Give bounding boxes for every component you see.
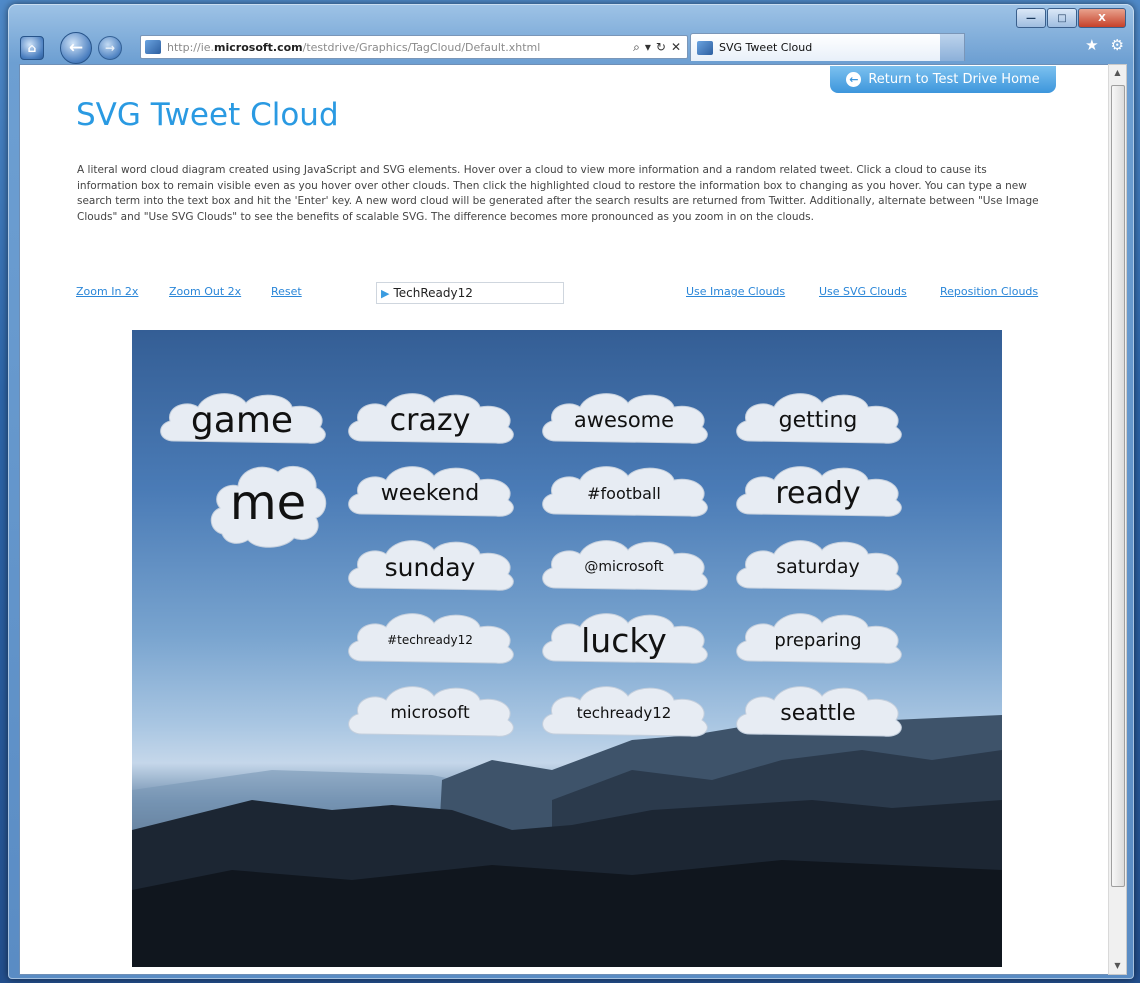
scroll-down-icon[interactable]: ▼ bbox=[1109, 958, 1126, 974]
chevron-down-icon[interactable]: ▾ bbox=[645, 40, 651, 55]
maximize-button[interactable]: □ bbox=[1047, 8, 1077, 28]
cloud-item[interactable]: preparing bbox=[728, 605, 908, 675]
browser-tab[interactable]: SVG Tweet Cloud bbox=[690, 33, 942, 61]
cloud-item[interactable]: awesome bbox=[534, 385, 714, 455]
cloud-controls: Zoom In 2x Zoom Out 2x Reset ▶ Use Image… bbox=[20, 282, 1109, 307]
refresh-icon[interactable]: ↻ bbox=[656, 40, 666, 55]
page-description: A literal word cloud diagram created usi… bbox=[77, 164, 1039, 224]
cloud-item[interactable]: getting bbox=[728, 385, 908, 455]
back-button[interactable]: ← bbox=[60, 32, 92, 64]
search-icon[interactable]: ⌕ bbox=[633, 40, 640, 55]
cloud-item[interactable]: lucky bbox=[534, 605, 714, 675]
cloud-item[interactable]: game bbox=[152, 385, 332, 455]
minimize-button[interactable]: — bbox=[1016, 8, 1046, 28]
address-bar[interactable]: http://ie.microsoft.com/testdrive/Graphi… bbox=[140, 35, 688, 59]
site-favicon-icon bbox=[145, 40, 161, 54]
scrollbar-thumb[interactable] bbox=[1111, 85, 1125, 887]
twitter-bird-icon: ▶ bbox=[381, 286, 390, 300]
cloud-item[interactable]: microsoft bbox=[340, 678, 520, 748]
close-button[interactable]: X bbox=[1078, 8, 1126, 28]
cloud-item[interactable]: seattle bbox=[728, 678, 908, 748]
stop-icon[interactable]: ✕ bbox=[671, 40, 681, 55]
cloud-item[interactable]: crazy bbox=[340, 385, 520, 455]
reposition-clouds-link[interactable]: Reposition Clouds bbox=[940, 285, 1038, 298]
browser-toolbar: ⌂ ← → http://ie.microsoft.com/testdrive/… bbox=[20, 30, 1130, 66]
zoom-in-link[interactable]: Zoom In 2x bbox=[76, 285, 138, 298]
window-controls: — □ X bbox=[1016, 8, 1126, 28]
reset-link[interactable]: Reset bbox=[271, 285, 302, 298]
favorites-star-icon[interactable]: ★ bbox=[1085, 36, 1098, 54]
cloud-item[interactable]: me bbox=[208, 458, 328, 548]
vertical-scrollbar[interactable]: ▲ ▼ bbox=[1108, 64, 1127, 975]
scroll-up-icon[interactable]: ▲ bbox=[1109, 65, 1126, 81]
home-icon[interactable]: ⌂ bbox=[20, 36, 44, 60]
tab-title: SVG Tweet Cloud bbox=[719, 41, 813, 54]
page-title: SVG Tweet Cloud bbox=[76, 97, 339, 133]
use-svg-clouds-link[interactable]: Use SVG Clouds bbox=[819, 285, 907, 298]
cloud-item[interactable]: @microsoft bbox=[534, 532, 714, 602]
cloud-item[interactable]: weekend bbox=[340, 458, 520, 528]
cloud-item[interactable]: techready12 bbox=[534, 678, 714, 748]
tab-favicon-icon bbox=[697, 40, 713, 55]
cloud-item[interactable]: #techready12 bbox=[340, 605, 520, 675]
return-home-label: Return to Test Drive Home bbox=[868, 72, 1040, 87]
cloud-item[interactable]: #football bbox=[534, 458, 714, 528]
search-box[interactable]: ▶ bbox=[376, 282, 564, 304]
gear-icon[interactable]: ⚙ bbox=[1111, 36, 1124, 54]
url-text[interactable]: http://ie.microsoft.com/testdrive/Graphi… bbox=[167, 41, 633, 54]
cloud-item[interactable]: ready bbox=[728, 458, 908, 528]
browser-tools: ★ ⚙ bbox=[1085, 36, 1124, 54]
forward-button[interactable]: → bbox=[98, 36, 122, 60]
cloud-item[interactable]: sunday bbox=[340, 532, 520, 602]
zoom-out-link[interactable]: Zoom Out 2x bbox=[169, 285, 241, 298]
return-home-button[interactable]: ← Return to Test Drive Home bbox=[830, 66, 1056, 93]
use-image-clouds-link[interactable]: Use Image Clouds bbox=[686, 285, 785, 298]
page-content: ← Return to Test Drive Home SVG Tweet Cl… bbox=[19, 64, 1110, 975]
tweet-cloud-canvas: game crazy awesome getting me weekend #f… bbox=[132, 330, 1002, 967]
search-input[interactable] bbox=[393, 286, 544, 300]
arrow-left-icon: ← bbox=[846, 72, 862, 87]
new-tab-button[interactable] bbox=[940, 33, 965, 61]
cloud-item[interactable]: saturday bbox=[728, 532, 908, 602]
